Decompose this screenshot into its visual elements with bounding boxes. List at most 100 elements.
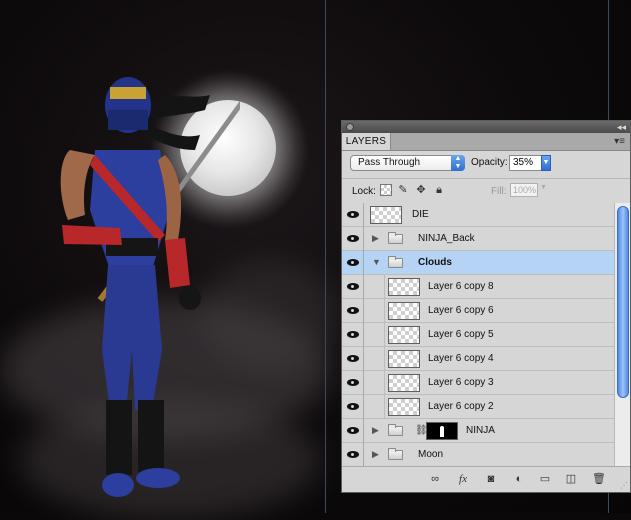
layer-name: Layer 6 copy 6 — [428, 305, 494, 316]
indent-guide — [384, 395, 385, 419]
layer-mask-thumbnail[interactable] — [426, 422, 458, 440]
layer-thumbnail — [388, 350, 420, 368]
eye-icon — [347, 451, 359, 458]
opacity-dropdown-button[interactable]: ▼ — [541, 155, 551, 171]
panel-tabbar: LAYERS ▾≡ — [342, 133, 630, 151]
indent-guide — [384, 299, 385, 323]
indent-guide — [384, 275, 385, 299]
layer-name: NINJA_Back — [418, 233, 475, 244]
visibility-toggle[interactable] — [342, 227, 364, 251]
fill-input[interactable]: 100% — [510, 183, 538, 197]
new-layer-icon[interactable]: ◫ — [564, 472, 578, 486]
layer-name: Clouds — [418, 257, 452, 268]
expand-triangle-icon[interactable]: ▶ — [372, 233, 379, 244]
folder-icon — [388, 448, 403, 460]
scrollbar-thumb[interactable] — [617, 206, 629, 398]
panel-menu-icon[interactable]: ▾≡ — [614, 136, 625, 147]
opacity-label: Opacity: — [471, 157, 508, 168]
eye-icon — [347, 379, 359, 386]
visibility-toggle[interactable] — [342, 395, 364, 419]
layer-row[interactable]: ▶ Moon — [342, 443, 614, 466]
layer-row-selected[interactable]: ▼ Clouds — [342, 251, 614, 275]
visibility-toggle[interactable] — [342, 443, 364, 466]
layer-thumbnail — [388, 302, 420, 320]
eye-icon — [347, 259, 359, 266]
resize-grip-icon[interactable]: ⋰ — [620, 481, 628, 490]
collapse-triangle-icon[interactable]: ▼ — [372, 257, 381, 267]
layer-row[interactable]: Layer 6 copy 4 — [342, 347, 614, 371]
layer-thumbnail — [370, 206, 402, 224]
new-group-icon[interactable]: ▭ — [538, 472, 552, 486]
layer-row[interactable]: Layer 6 copy 8 — [342, 275, 614, 299]
fx-icon[interactable]: fx — [456, 472, 470, 486]
opacity-input[interactable]: 35% — [509, 155, 542, 171]
layer-row[interactable]: Layer 6 copy 3 — [342, 371, 614, 395]
trash-icon[interactable]: 🗑︎ — [592, 472, 606, 486]
layer-row[interactable]: ▶ ⛓︎ NINJA — [342, 419, 614, 443]
visibility-toggle[interactable] — [342, 323, 364, 347]
expand-triangle-icon[interactable]: ▶ — [372, 449, 379, 460]
layer-name: DIE — [412, 209, 429, 220]
eye-icon — [347, 235, 359, 242]
lock-label: Lock: — [352, 186, 376, 197]
layer-name: Moon — [418, 449, 444, 460]
folder-icon — [388, 424, 403, 436]
eye-icon — [347, 355, 359, 362]
panel-titlebar[interactable]: ◂◂ — [342, 121, 630, 133]
lock-position-move-icon[interactable]: ✥ — [415, 184, 427, 196]
folder-icon — [388, 232, 403, 244]
layer-row[interactable]: Layer 6 copy 5 — [342, 323, 614, 347]
layer-row[interactable]: Layer 6 copy 2 — [342, 395, 614, 419]
eye-icon — [347, 403, 359, 410]
close-panel-button[interactable] — [346, 123, 354, 131]
eye-icon — [347, 283, 359, 290]
ninja-figure — [60, 77, 240, 497]
tab-layers[interactable]: LAYERS — [342, 133, 391, 150]
expand-triangle-icon[interactable]: ▶ — [372, 425, 379, 436]
lock-image-pixels-brush-icon[interactable]: ✎ — [397, 184, 409, 196]
fill-label: Fill: — [491, 186, 507, 197]
blend-mode-select[interactable]: Pass Through ▲ ▼ — [350, 155, 465, 171]
visibility-toggle[interactable] — [342, 275, 364, 299]
layer-row[interactable]: DIE — [342, 203, 614, 227]
layer-thumbnail — [388, 398, 420, 416]
visibility-toggle[interactable] — [342, 419, 364, 443]
indent-guide — [384, 371, 385, 395]
link-layers-icon[interactable]: ∞ — [428, 472, 442, 486]
folder-icon — [388, 256, 403, 268]
lock-transparent-pixels-icon[interactable] — [380, 184, 392, 196]
blend-mode-value: Pass Through — [358, 157, 421, 168]
layer-row[interactable]: ▶ NINJA_Back — [342, 227, 614, 251]
layer-name: Layer 6 copy 8 — [428, 281, 494, 292]
visibility-toggle[interactable] — [342, 251, 364, 275]
layer-row[interactable]: Layer 6 copy 6 — [342, 299, 614, 323]
layer-name: Layer 6 copy 4 — [428, 353, 494, 364]
layer-thumbnail — [388, 374, 420, 392]
visibility-toggle[interactable] — [342, 347, 364, 371]
eye-icon — [347, 307, 359, 314]
indent-guide — [384, 347, 385, 371]
visibility-toggle[interactable] — [342, 371, 364, 395]
guide-line — [325, 0, 326, 513]
layers-scrollbar[interactable] — [614, 203, 630, 466]
layer-name: Layer 6 copy 3 — [428, 377, 494, 388]
layer-name: Layer 6 copy 5 — [428, 329, 494, 340]
collapse-panel-icon[interactable]: ◂◂ — [617, 121, 626, 133]
layers-list: DIE ▶ NINJA_Back ▼ Clouds Layer 6 copy 8 — [342, 203, 614, 466]
eye-icon — [347, 427, 359, 434]
layer-thumbnail — [388, 278, 420, 296]
layers-panel: ◂◂ LAYERS ▾≡ Pass Through ▲ ▼ Opacity: 35… — [341, 120, 631, 493]
panel-bottom-toolbar: ∞ fx ◙ ◐ ▭ ◫ 🗑︎ ⋰ — [342, 466, 630, 492]
eye-icon — [347, 211, 359, 218]
layer-mask-icon[interactable]: ◙ — [484, 472, 498, 486]
indent-guide — [384, 323, 385, 347]
layer-name: NINJA — [466, 425, 495, 436]
lock-all-padlock-icon[interactable]: 🔒︎ — [433, 184, 445, 196]
adjustment-layer-icon[interactable]: ◐ — [512, 472, 526, 486]
layer-thumbnail — [388, 326, 420, 344]
visibility-toggle[interactable] — [342, 203, 364, 227]
up-down-arrows-icon: ▲ ▼ — [451, 155, 465, 171]
fill-dropdown-icon[interactable]: ▼ — [540, 184, 547, 191]
eye-icon — [347, 331, 359, 338]
visibility-toggle[interactable] — [342, 299, 364, 323]
